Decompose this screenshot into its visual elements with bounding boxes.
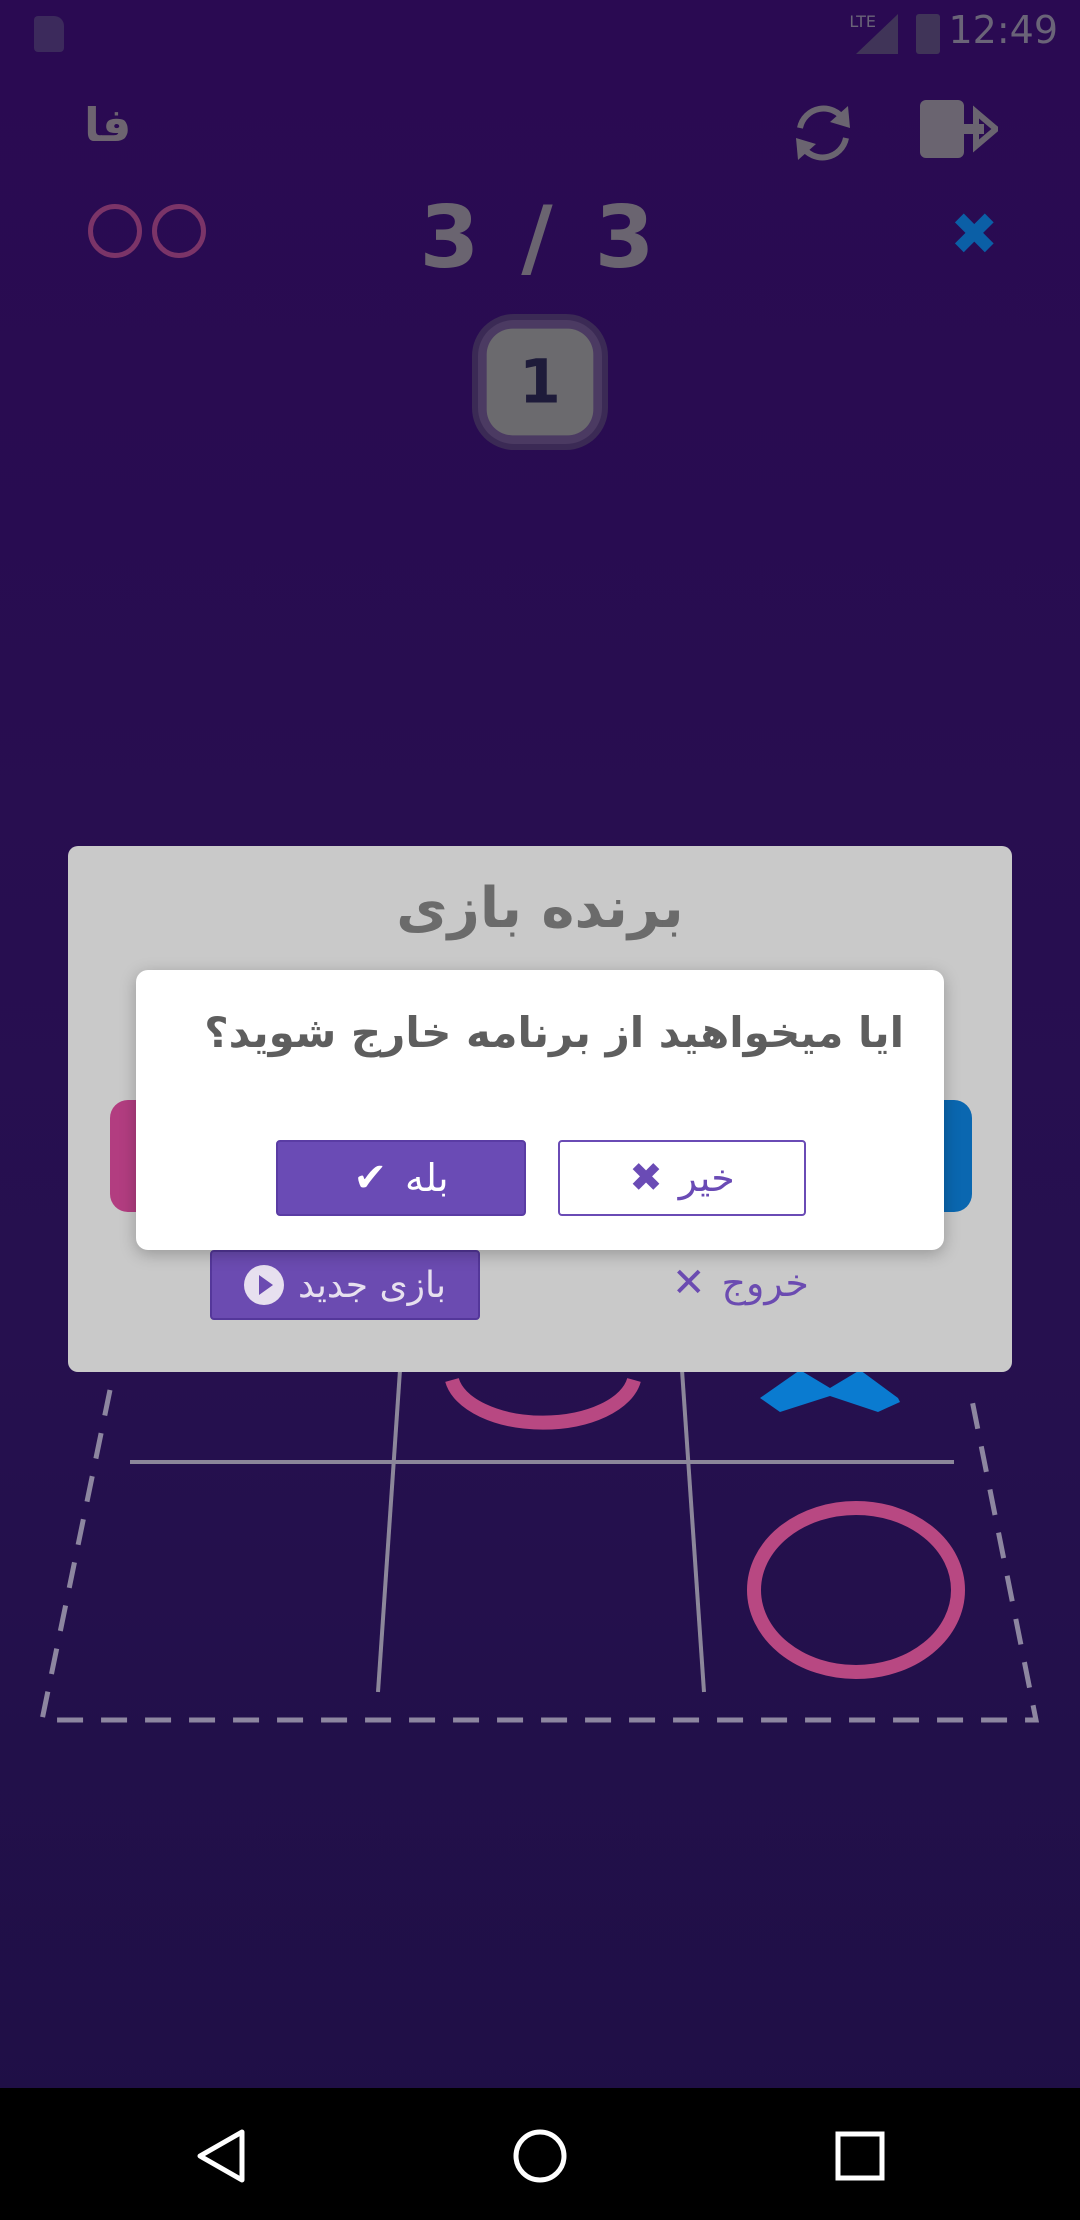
status-time: 12:49	[948, 8, 1058, 52]
close-icon: ✖	[629, 1155, 663, 1201]
o-piece	[747, 1501, 965, 1679]
round-number: 1	[486, 328, 594, 436]
exit-button[interactable]: ✕ خروج	[672, 1250, 892, 1316]
close-icon: ✕	[672, 1260, 706, 1306]
confirm-message: ایا میخواهید از برنامه خارج شوید؟	[204, 1008, 904, 1057]
yes-button[interactable]: ✔ بله	[276, 1140, 526, 1216]
o-piece	[445, 1377, 641, 1430]
exit-icon[interactable]	[918, 98, 998, 162]
player-x-indicator: ✖	[950, 200, 999, 268]
navigation-bar	[0, 2088, 1080, 2220]
home-icon[interactable]	[510, 2126, 570, 2186]
round-badge: 1	[478, 320, 602, 444]
new-game-label: بازی جدید	[297, 1264, 447, 1306]
game-screen: LTE 12:49 فا 3 / 3 ✖ 1 برنده بازی بازی ج…	[0, 0, 1080, 2220]
winner-title: برنده بازی	[396, 876, 684, 941]
sd-card-icon	[34, 16, 64, 52]
check-icon: ✔	[353, 1155, 387, 1201]
exit-label: خروج	[721, 1261, 809, 1305]
refresh-icon[interactable]	[788, 98, 858, 168]
battery-charging-icon	[916, 14, 940, 54]
no-button[interactable]: ✖ خیر	[558, 1140, 806, 1216]
yes-label: بله	[404, 1156, 449, 1200]
grid-line	[680, 1369, 706, 1693]
grid-line	[376, 1369, 402, 1693]
confirm-exit-dialog: ایا میخواهید از برنامه خارج شوید؟ ✔ بله …	[136, 970, 944, 1250]
score-display: 3 / 3	[419, 188, 661, 288]
new-game-button[interactable]: بازی جدید	[210, 1250, 480, 1320]
x-piece	[760, 1370, 900, 1412]
no-label: خیر	[678, 1156, 735, 1200]
language-toggle[interactable]: فا	[84, 98, 131, 152]
recents-icon[interactable]	[832, 2128, 888, 2184]
status-bar: LTE 12:49	[0, 0, 1080, 64]
play-icon	[243, 1265, 284, 1305]
back-icon[interactable]	[192, 2126, 252, 2186]
lte-signal-icon	[856, 14, 898, 54]
